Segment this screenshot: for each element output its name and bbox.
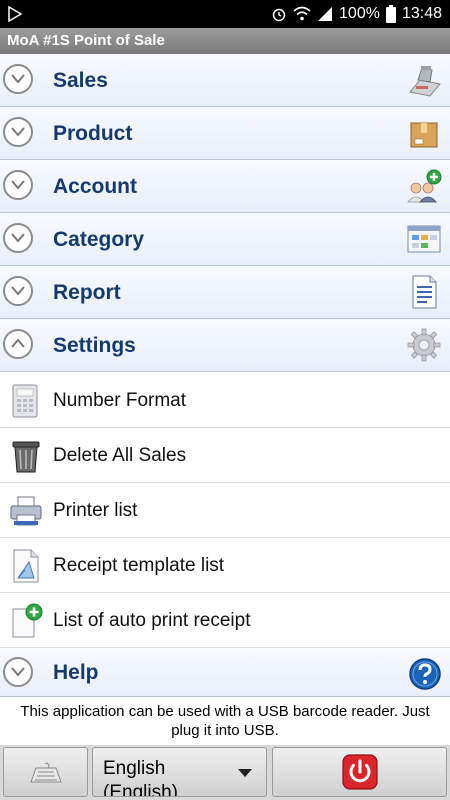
dropdown-arrow-icon [238,769,252,777]
category-label: Account [53,175,137,198]
settings-item-number-format[interactable]: Number Format [0,373,450,428]
power-icon [342,754,378,790]
category-product[interactable]: Product [0,107,450,160]
category-grid-icon [407,225,441,253]
category-label: Help [53,661,99,684]
language-selected: English [103,758,166,779]
settings-item-label: Receipt template list [53,555,225,576]
chevron-down-icon [11,233,25,243]
product-box-icon [410,122,438,148]
add-account-icon [407,169,442,203]
trash-icon [12,441,40,473]
help-icon [409,658,441,690]
settings-item-label: Printer list [53,500,138,521]
settings-item-receipt-template-list[interactable]: Receipt template list [0,538,450,593]
receipt-template-icon [13,549,39,583]
bottom-toolbar: English (English) [0,745,450,800]
chevron-down-icon [11,74,25,84]
category-label: Product [53,122,133,145]
chevron-down-icon [11,180,25,190]
app-title: MoA #1S Point of Sale [0,28,450,54]
keyboard-icon [30,762,62,783]
add-document-icon [12,603,43,638]
category-category[interactable]: Category [0,213,450,266]
gear-icon [407,328,441,362]
expand-toggle[interactable] [3,657,33,687]
category-settings[interactable]: Settings [0,319,450,372]
keyboard-button[interactable] [3,747,88,797]
language-select[interactable]: English (English) [92,747,267,797]
category-account[interactable]: Account [0,160,450,213]
report-document-icon [412,275,437,309]
expand-toggle[interactable] [3,64,33,94]
play-store-icon [8,6,22,22]
category-label: Settings [53,334,136,357]
signal-icon [318,7,333,21]
settings-item-delete-all-sales[interactable]: Delete All Sales [0,428,450,483]
battery-percent: 100% [339,5,380,22]
settings-item-label: List of auto print receipt [53,610,251,631]
collapse-toggle[interactable] [3,329,33,359]
settings-item-printer-list[interactable]: Printer list [0,483,450,538]
usb-barcode-info: This application can be used with a USB … [0,697,450,745]
category-help[interactable]: Help [0,648,450,697]
settings-item-label: Delete All Sales [53,445,187,466]
category-report[interactable]: Report [0,266,450,319]
chevron-down-icon [11,667,25,677]
settings-item-auto-print-receipt[interactable]: List of auto print receipt [0,593,450,648]
language-subtitle: (English) [103,782,178,796]
expand-toggle[interactable] [3,223,33,253]
wifi-icon [293,6,311,21]
printer-icon [10,496,42,526]
chevron-down-icon [11,127,25,137]
chevron-down-icon [11,286,25,296]
expand-toggle[interactable] [3,117,33,147]
settings-item-label: Number Format [53,390,187,411]
alarm-icon [272,8,286,22]
status-bar: 100% 13:48 [0,0,450,28]
category-label: Category [53,228,145,251]
sales-register-icon [409,66,441,97]
chevron-up-icon [11,339,25,348]
battery-icon [385,5,396,23]
expand-toggle[interactable] [3,276,33,306]
power-exit-button[interactable] [272,747,447,797]
calculator-icon [12,384,38,418]
expand-toggle[interactable] [3,170,33,200]
category-sales[interactable]: Sales [0,54,450,107]
category-label: Sales [53,69,108,92]
category-label: Report [53,281,121,304]
status-time: 13:48 [401,5,442,22]
